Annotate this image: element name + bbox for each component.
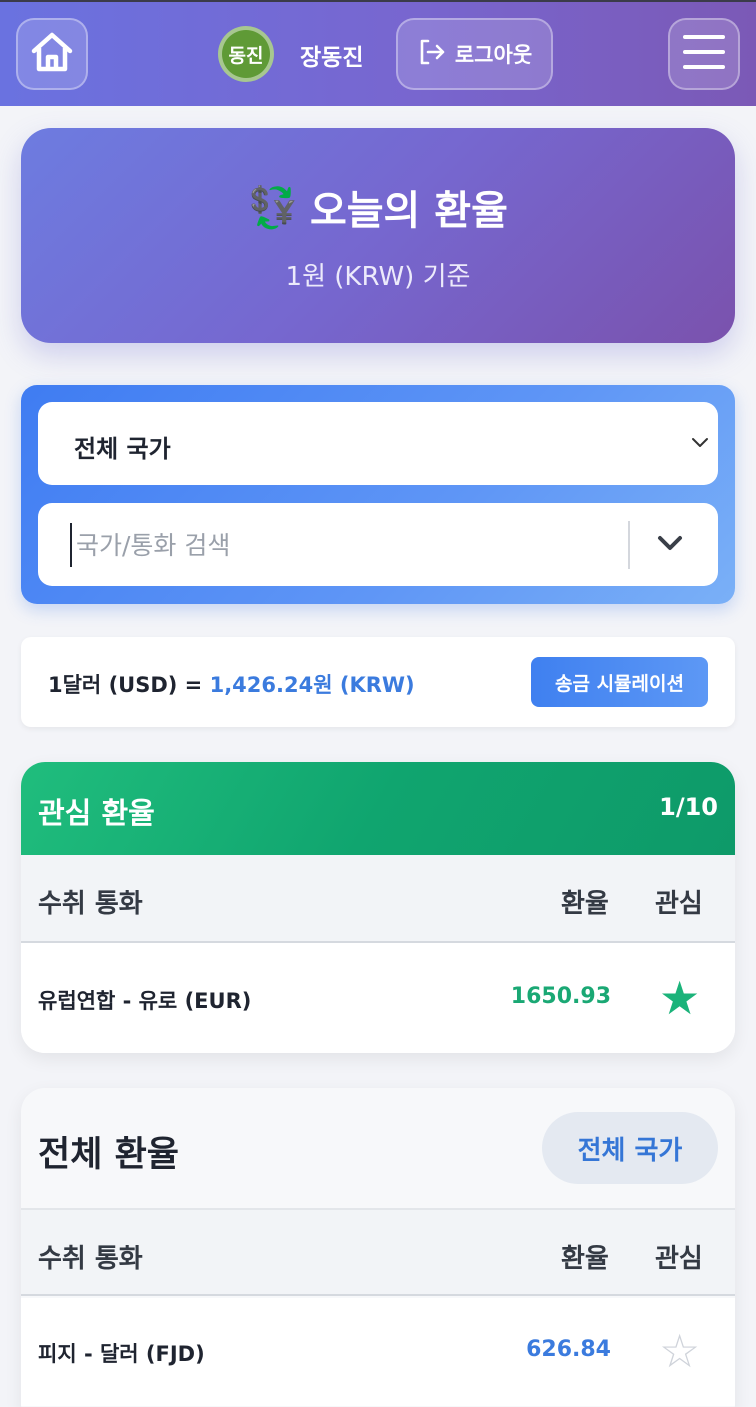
all-rates-card: 전체 환율 전체 국가 수취 통화 환율 관심 피지 - 달러 (FJD) 62… [21, 1088, 735, 1407]
search-divider [628, 521, 630, 569]
column-header-currency: 수취 통화 [38, 1244, 143, 1274]
star-filled-icon[interactable]: ★ [659, 975, 700, 1021]
column-header-favorite: 관심 [655, 889, 703, 919]
all-countries-filter-button[interactable]: 전체 국가 [542, 1112, 718, 1184]
all-rates-table-header: 수취 통화 환율 관심 [21, 1208, 735, 1296]
avatar[interactable]: 동진 [218, 26, 274, 82]
all-rates-title: 전체 환율 [38, 1135, 179, 1175]
country-select-value: 전체 국가 [74, 435, 171, 463]
chevron-down-icon [656, 534, 684, 556]
top-navigation-bar: 동진 장동진 로그아웃 [0, 0, 756, 106]
page-title: 💱 오늘의 환율 [21, 178, 735, 236]
usd-rate-value: 1,426.24원 (KRW) [209, 673, 415, 697]
page-title-text: 오늘의 환율 [309, 188, 508, 234]
chevron-down-icon [690, 435, 710, 454]
filter-panel: 전체 국가 [21, 385, 735, 604]
search-input[interactable] [70, 523, 625, 567]
remittance-simulation-button[interactable]: 송금 시뮬레이션 [531, 657, 708, 707]
logout-label: 로그아웃 [454, 43, 533, 67]
home-icon [29, 29, 75, 79]
hamburger-menu-icon [682, 32, 726, 76]
home-button[interactable] [16, 18, 88, 90]
table-row[interactable]: 유럽연합 - 유로 (EUR) 1650.93 ★ [21, 945, 735, 1053]
favorites-count: 1/10 [659, 793, 718, 821]
star-outline-icon[interactable]: ☆ [659, 1328, 700, 1374]
favorites-title: 관심 환율 [38, 796, 155, 830]
logout-icon [417, 37, 447, 71]
search-dropdown-toggle[interactable] [646, 521, 694, 569]
column-header-favorite: 관심 [655, 1244, 703, 1274]
menu-button[interactable] [668, 18, 740, 90]
usd-rate-prefix: 1달러 (USD) = [48, 673, 203, 697]
currency-exchange-icon: 💱 [248, 184, 298, 231]
logout-button[interactable]: 로그아웃 [396, 18, 553, 90]
usd-rate-card: 1달러 (USD) = 1,426.24원 (KRW) 송금 시뮬레이션 [21, 637, 735, 727]
column-header-rate: 환율 [561, 889, 609, 919]
hero-banner: 💱 오늘의 환율 1원 (KRW) 기준 [21, 128, 735, 343]
exchange-rate: 1650.93 [510, 984, 611, 1009]
column-header-currency: 수취 통화 [38, 889, 143, 919]
currency-name: 피지 - 달러 (FJD) [38, 1342, 205, 1366]
page-subtitle: 1원 (KRW) 기준 [285, 262, 471, 292]
favorites-table-header: 수취 통화 환율 관심 [21, 855, 735, 943]
country-select[interactable]: 전체 국가 [38, 402, 718, 485]
search-box [38, 503, 718, 586]
username: 장동진 [300, 45, 364, 71]
exchange-rate: 626.84 [526, 1337, 611, 1362]
favorites-card: 관심 환율 1/10 수취 통화 환율 관심 유럽연합 - 유로 (EUR) 1… [21, 762, 735, 1053]
currency-name: 유럽연합 - 유로 (EUR) [38, 989, 252, 1013]
usd-rate-line: 1달러 (USD) = 1,426.24원 (KRW) [48, 669, 415, 699]
favorites-header: 관심 환율 1/10 [21, 762, 735, 855]
table-row[interactable]: 피지 - 달러 (FJD) 626.84 ☆ [21, 1298, 735, 1406]
column-header-rate: 환율 [561, 1244, 609, 1274]
